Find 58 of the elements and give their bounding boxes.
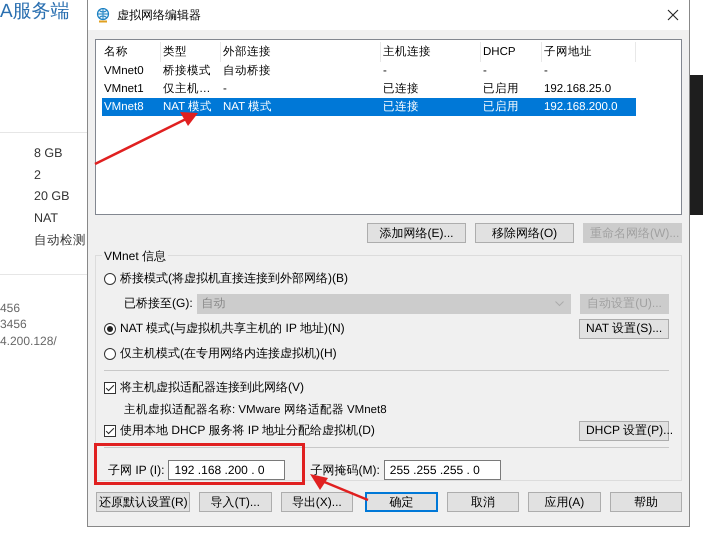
table-cell-text: - <box>222 82 228 97</box>
table-cell-text: VMnet1 <box>103 82 145 97</box>
column-header[interactable]: 外部连接 <box>221 42 381 62</box>
table-cell-text: 192.168.25.0 <box>543 82 612 97</box>
column-header[interactable]: 名称 <box>102 42 161 62</box>
table-cell-text: - <box>382 64 388 79</box>
table-cell-text: VMnet0 <box>103 64 145 79</box>
table-cell-text: 192.168.200.0 <box>543 100 619 115</box>
window-title: 虚拟网络编辑器 <box>117 6 202 24</box>
field-label: 已桥接至(G): <box>124 295 193 312</box>
table-cell-text: 已启用 <box>482 100 520 115</box>
table-cell-text: NAT 模式 <box>162 100 214 115</box>
table-cell-text: 自动桥接 <box>222 64 272 79</box>
table-cell-text: - <box>543 64 549 79</box>
table-cell-text: 仅主机… <box>162 81 212 97</box>
button[interactable]: 确定 <box>365 492 438 512</box>
close-icon[interactable] <box>667 9 679 21</box>
ip-field[interactable]: 192 .168 .200 . 0 <box>168 460 286 480</box>
network-row[interactable]: VMnet1 仅主机… - 已连接 已启用 192.168.25.0 <box>102 80 636 98</box>
button[interactable]: NAT 设置(S)... <box>579 318 669 338</box>
field-label: 子网掩码(M): <box>310 462 380 478</box>
column-header[interactable]: 类型 <box>161 42 221 62</box>
table-cell-text: 已启用 <box>482 82 520 97</box>
network-row[interactable]: VMnet0 桥接模式 自动桥接 - - - <box>102 62 636 80</box>
button[interactable]: 导出(X)... <box>280 492 353 512</box>
ip-field[interactable]: 255 .255 .255 . 0 <box>384 460 501 480</box>
table-cell-text: 已连接 <box>382 100 420 115</box>
spec-value: 自动检测 <box>34 232 87 249</box>
spec-value: 8 GB <box>34 146 64 162</box>
button[interactable]: 应用(A) <box>528 492 601 512</box>
table-cell-text: - <box>482 64 488 79</box>
table-cell-text: VMnet8 <box>103 100 145 115</box>
spec-value: 20 GB <box>34 189 70 205</box>
button[interactable]: 取消 <box>446 492 520 512</box>
button[interactable]: 帮助 <box>610 492 682 512</box>
table-cell-text: NAT 模式 <box>222 100 274 115</box>
button[interactable]: 导入(T)... <box>199 492 272 512</box>
column-header[interactable]: DHCP <box>481 42 542 62</box>
column-header[interactable]: 子网地址 <box>542 42 636 62</box>
caret-icon <box>555 300 564 306</box>
spec-value: 2 <box>34 168 42 184</box>
table-cell-text: 已连接 <box>382 82 420 97</box>
detail-text: 4.200.128/ <box>0 334 58 350</box>
spec-value: NAT <box>34 210 60 226</box>
globe-icon <box>96 8 110 22</box>
app-title: A服务端 <box>0 0 71 24</box>
detail-text: 456 <box>0 300 22 316</box>
group-title: VMnet 信息 <box>102 248 168 265</box>
network-row[interactable]: VMnet8 NAT 模式 NAT 模式 已连接 已启用 192.168.200.0 <box>102 98 636 116</box>
button[interactable]: 还原默认设置(R) <box>96 492 190 512</box>
dropdown: 自动 <box>196 294 572 314</box>
field-label: 子网 IP (I): <box>108 462 164 478</box>
column-header[interactable]: 主机连接 <box>381 42 481 62</box>
adapter-name-text: 主机虚拟适配器名称: VMware 网络适配器 VMnet8 <box>124 402 387 416</box>
list-button[interactable]: 添加网络(E)... <box>367 223 466 243</box>
detail-text: 3456 <box>0 317 28 333</box>
list-button[interactable]: 移除网络(O) <box>475 223 574 243</box>
table-cell-text: 桥接模式 <box>162 64 212 79</box>
